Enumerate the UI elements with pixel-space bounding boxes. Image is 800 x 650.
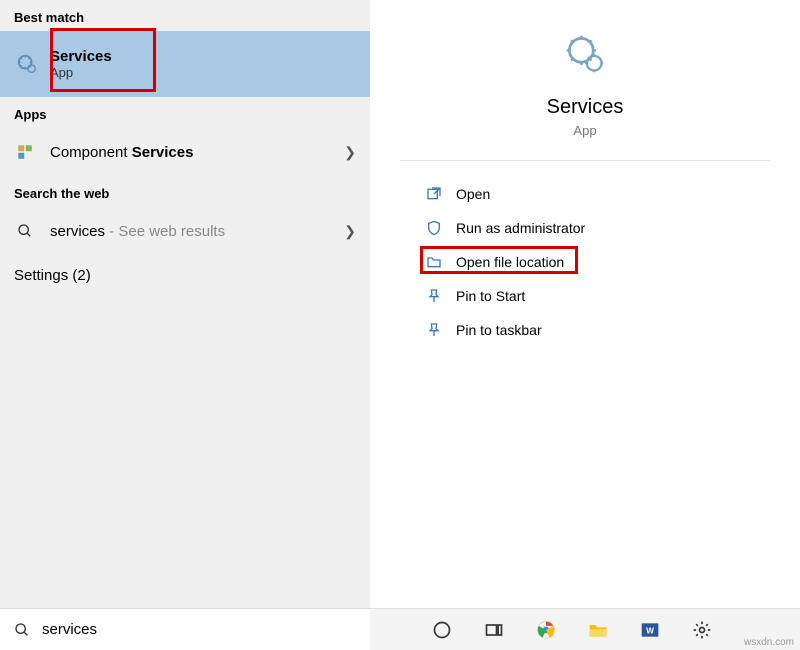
action-label: Open <box>456 186 490 202</box>
spacer <box>0 296 370 608</box>
shield-admin-icon <box>426 220 456 236</box>
pin-start-icon <box>426 288 456 304</box>
detail-subtitle: App <box>573 123 596 138</box>
apps-header: Apps <box>0 97 370 128</box>
result-component-services[interactable]: Component Services ❯ <box>0 128 370 176</box>
action-label: Open file location <box>456 254 564 270</box>
component-services-icon <box>14 143 36 161</box>
folder-location-icon <box>426 254 456 270</box>
detail-panel: Services App Open Run as administrator <box>370 0 800 650</box>
settings-category[interactable]: Settings (2) <box>0 255 370 296</box>
action-pin-to-taskbar[interactable]: Pin to taskbar <box>370 313 800 347</box>
taskbar: W <box>370 608 800 650</box>
action-label: Run as administrator <box>456 220 585 236</box>
search-icon <box>14 223 36 239</box>
search-icon <box>14 622 30 638</box>
result-label: services - See web results <box>50 223 344 240</box>
word-icon[interactable]: W <box>638 618 662 642</box>
result-web-search[interactable]: services - See web results ❯ <box>0 207 370 255</box>
detail-title: Services <box>547 96 624 119</box>
chevron-right-icon: ❯ <box>344 223 356 240</box>
action-label: Pin to Start <box>456 288 525 304</box>
best-match-subtitle: App <box>50 65 112 80</box>
task-view-icon[interactable] <box>482 618 506 642</box>
search-web-header: Search the web <box>0 176 370 207</box>
search-results-panel: Best match Services App Apps Component S… <box>0 0 370 650</box>
best-match-result-services[interactable]: Services App <box>0 31 370 97</box>
svg-text:W: W <box>646 625 654 635</box>
services-gear-icon <box>14 51 40 77</box>
open-icon <box>426 186 456 202</box>
action-open-file-location[interactable]: Open file location <box>370 245 800 279</box>
pin-taskbar-icon <box>426 322 456 338</box>
divider <box>400 160 770 161</box>
action-open[interactable]: Open <box>370 177 800 211</box>
settings-gear-icon[interactable] <box>690 618 714 642</box>
search-bar <box>0 608 370 650</box>
result-label: Component Services <box>50 144 344 161</box>
file-explorer-icon[interactable] <box>586 618 610 642</box>
best-match-header: Best match <box>0 0 370 31</box>
best-match-title: Services <box>50 48 112 65</box>
action-label: Pin to taskbar <box>456 322 542 338</box>
chevron-right-icon: ❯ <box>344 144 356 161</box>
action-run-as-administrator[interactable]: Run as administrator <box>370 211 800 245</box>
chrome-icon[interactable] <box>534 618 558 642</box>
search-input[interactable] <box>42 621 356 638</box>
services-large-gear-icon <box>561 30 609 78</box>
cortana-circle-icon[interactable] <box>430 618 454 642</box>
watermark: wsxdn.com <box>744 637 794 648</box>
action-pin-to-start[interactable]: Pin to Start <box>370 279 800 313</box>
